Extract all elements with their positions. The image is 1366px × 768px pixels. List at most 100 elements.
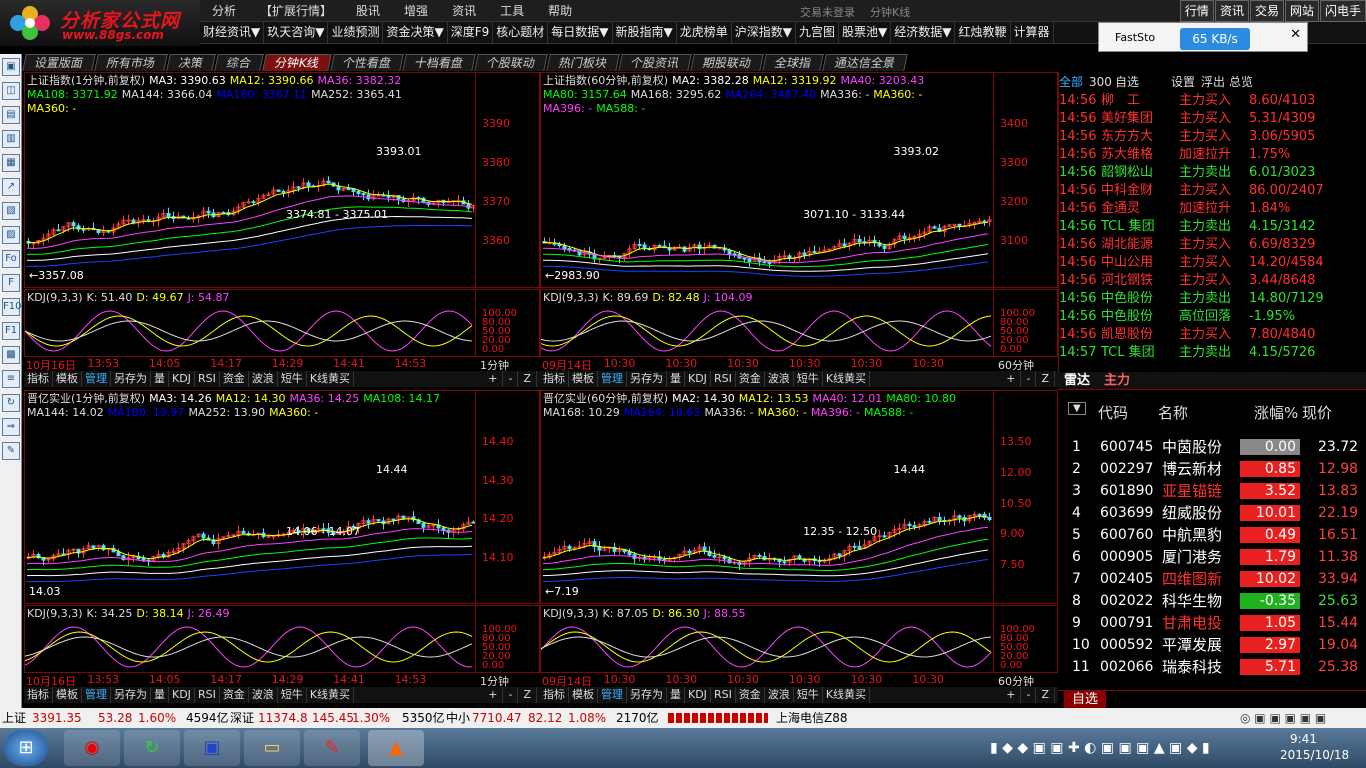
toolbar-item-8[interactable]: 龙虎榜单	[677, 22, 732, 43]
rank-row[interactable]: 9000791甘肃电投*1.0515.44	[1058, 612, 1366, 634]
indicator-button-5[interactable]: KDJ	[685, 371, 711, 387]
indicator-button-10[interactable]: K线黄买	[823, 687, 871, 703]
indicator-button-7[interactable]: 资金	[220, 371, 249, 387]
toolbar-item-9[interactable]: 沪深指数▼	[732, 22, 796, 43]
indicator-button-5[interactable]: KDJ	[685, 687, 711, 703]
chart-p2[interactable]: 上证指数(60分钟,前复权) MA2: 3382.28 MA12: 3319.92 M…	[540, 72, 1058, 288]
left-tool-icon-11[interactable]: F1	[2, 322, 20, 340]
ticker-row[interactable]: 14:56 河北钢铁 主力买入 3.44/8648	[1059, 272, 1366, 290]
indicator-button-9[interactable]: 短牛	[278, 687, 307, 703]
top-button-1[interactable]: 资讯	[1214, 0, 1249, 22]
left-tool-icon-5[interactable]: ↗	[2, 178, 20, 196]
left-tool-icon-0[interactable]: ▣	[2, 58, 20, 76]
tab-6[interactable]: 十档看盘	[402, 54, 476, 71]
folder-icon[interactable]: ▭	[244, 730, 300, 766]
indicator-button-8[interactable]: 波浪	[249, 371, 278, 387]
menu-item-4[interactable]: 资讯	[440, 2, 488, 20]
left-tool-icon-10[interactable]: F10	[2, 298, 21, 316]
tab-11[interactable]: 全球指	[762, 54, 824, 71]
rank-row[interactable]: 2 002297 博云新材 0.85 12.98	[1058, 458, 1366, 480]
kdj-p1[interactable]: KDJ(9,3,3) K: 51.40 D: 49.67 J: 54.87 100.00…	[24, 289, 540, 357]
menu-item-5[interactable]: 工具	[488, 2, 536, 20]
ticker-header-item[interactable]: 总览	[1229, 73, 1253, 91]
menu-item-3[interactable]: 增强	[392, 2, 440, 20]
indicator-button-2[interactable]: 管理	[82, 687, 111, 703]
indicator-button-4[interactable]: 量	[667, 687, 685, 703]
ticker-header-item[interactable]: 全部	[1059, 73, 1083, 91]
rank-column-header[interactable]: 名称	[1158, 402, 1188, 423]
indicator-button-4[interactable]: 量	[667, 371, 685, 387]
ticker-row[interactable]: 14:56 韶钢松山 主力卖出 6.01/3023	[1059, 164, 1366, 182]
pen-icon[interactable]: ✎	[304, 730, 360, 766]
indicator-button-6[interactable]: RSI	[195, 687, 220, 703]
indicator-button-3[interactable]: 另存为	[627, 371, 667, 387]
indicator-button-8[interactable]: 波浪	[249, 687, 278, 703]
window-controls[interactable]: ◎ ▣ ▣ ▣ ▣ ▣	[1240, 708, 1326, 728]
zoom-button-2[interactable]: Z	[518, 371, 537, 387]
ticker-row[interactable]: 14:56 美好集团 主力买入 5.31/4309	[1059, 110, 1366, 128]
menu-item-6[interactable]: 帮助	[536, 2, 584, 20]
ticker-row[interactable]: 14:56 柳 工 主力买入 8.60/4103	[1059, 92, 1366, 110]
chart-p3[interactable]: 晋亿实业(1分钟,前复权) MA3: 14.26 MA12: 14.30 MA36: …	[24, 390, 540, 604]
indicator-button-7[interactable]: 资金	[736, 371, 765, 387]
left-tool-icon-4[interactable]: ▦	[2, 154, 20, 172]
indicator-button-0[interactable]: 指标	[24, 371, 53, 387]
ticker-row[interactable]: 14:56 金通灵 加速拉升 1.84%	[1059, 200, 1366, 218]
rank-row[interactable]: 4 603699 纽威股份 10.01 22.19	[1058, 502, 1366, 524]
ticker-row[interactable]: 14:56 TCL 集团 主力卖出 4.15/3142	[1059, 218, 1366, 236]
indicator-button-9[interactable]: 短牛	[278, 371, 307, 387]
indicator-button-6[interactable]: RSI	[195, 371, 220, 387]
indicator-button-0[interactable]: 指标	[24, 687, 53, 703]
toolbar-item-2[interactable]: 业绩预测	[328, 22, 384, 43]
tab-9[interactable]: 个股资讯	[618, 54, 692, 71]
toolbar-item-1[interactable]: 玖天咨询▼	[264, 22, 329, 43]
rank-row[interactable]: 8 002022 科华生物 -0.35 25.63	[1058, 590, 1366, 612]
rank-row[interactable]: 1 600745 中茵股份 0.00 23.72	[1058, 436, 1366, 458]
left-tool-icon-6[interactable]: ▧	[2, 202, 20, 220]
rank-tab-0[interactable]: 雷达	[1064, 372, 1090, 390]
zoom-button-0[interactable]: +	[1001, 371, 1022, 387]
watchlist-tab[interactable]: 自选	[1064, 691, 1107, 708]
indicator-button-1[interactable]: 模板	[53, 687, 82, 703]
rank-row[interactable]: 10000592平潭发展R2.9719.04	[1058, 634, 1366, 656]
rank-column-header[interactable]: 代码	[1098, 402, 1128, 423]
kdj-p4[interactable]: KDJ(9,3,3) K: 87.05 D: 86.30 J: 88.55 100.00…	[540, 605, 1058, 673]
indicator-button-3[interactable]: 另存为	[111, 371, 151, 387]
rank-row[interactable]: 3 601890 亚星锚链 3.52 13.83	[1058, 480, 1366, 502]
indicator-button-10[interactable]: K线黄买	[307, 687, 355, 703]
indicator-button-9[interactable]: 短牛	[794, 371, 823, 387]
left-tool-icon-13[interactable]: ≡	[2, 370, 20, 388]
tab-2[interactable]: 决策	[166, 54, 216, 71]
rank-row[interactable]: 7002405四维图新R10.0233.94	[1058, 568, 1366, 590]
indicator-button-9[interactable]: 短牛	[794, 687, 823, 703]
ticker-row[interactable]: 14:56 苏大维格 加速拉升 1.75%	[1059, 146, 1366, 164]
zoom-button-2[interactable]: Z	[518, 687, 537, 703]
chart-p1[interactable]: 上证指数(1分钟,前复权) MA3: 3390.63 MA12: 3390.66 MA…	[24, 72, 540, 288]
tray-icons[interactable]: ▮ ◆ ◆ ▣ ▣ ✚ ◐ ▣ ▣ ▣ ▲ ▣ ◆ ▮	[990, 740, 1210, 756]
indicator-button-1[interactable]: 模板	[53, 371, 82, 387]
left-tool-icon-8[interactable]: Fo	[2, 250, 20, 268]
left-tool-icon-14[interactable]: ↻	[2, 394, 20, 412]
zoom-button-1[interactable]: -	[503, 371, 519, 387]
left-tool-icon-16[interactable]: ✎	[2, 442, 20, 460]
ticker-header-item[interactable]: 浮出	[1201, 73, 1225, 91]
toolbar-item-4[interactable]: 深度F9	[448, 22, 494, 43]
tab-4[interactable]: 分钟K线	[262, 54, 332, 71]
kdj-p3[interactable]: KDJ(9,3,3) K: 34.25 D: 38.14 J: 26.49 100.00…	[24, 605, 540, 673]
app-360-icon[interactable]: ◉	[64, 730, 120, 766]
left-tool-icon-7[interactable]: ▨	[2, 226, 20, 244]
ticker-row[interactable]: 14:57 TCL 集团 主力卖出 4.15/5726	[1059, 344, 1366, 362]
zoom-button-1[interactable]: -	[1021, 371, 1037, 387]
rank-row[interactable]: 5 600760 中航黑豹 0.49 16.51	[1058, 524, 1366, 546]
indicator-button-0[interactable]: 指标	[540, 687, 569, 703]
top-button-4[interactable]: 闪电手	[1319, 0, 1366, 22]
toolbar-item-5[interactable]: 核心题材	[493, 22, 549, 43]
tab-3[interactable]: 综合	[214, 54, 264, 71]
indicator-button-6[interactable]: RSI	[711, 687, 736, 703]
ticker-row[interactable]: 14:56 中色股份 高位回落 -1.95%	[1059, 308, 1366, 326]
stock-app-icon[interactable]: ▲	[368, 730, 424, 766]
ticker-row[interactable]: 14:56 中色股份 主力卖出 14.80/7129	[1059, 290, 1366, 308]
close-icon[interactable]: ✕	[1290, 27, 1301, 42]
zoom-button-1[interactable]: -	[503, 687, 519, 703]
indicator-button-6[interactable]: RSI	[711, 371, 736, 387]
